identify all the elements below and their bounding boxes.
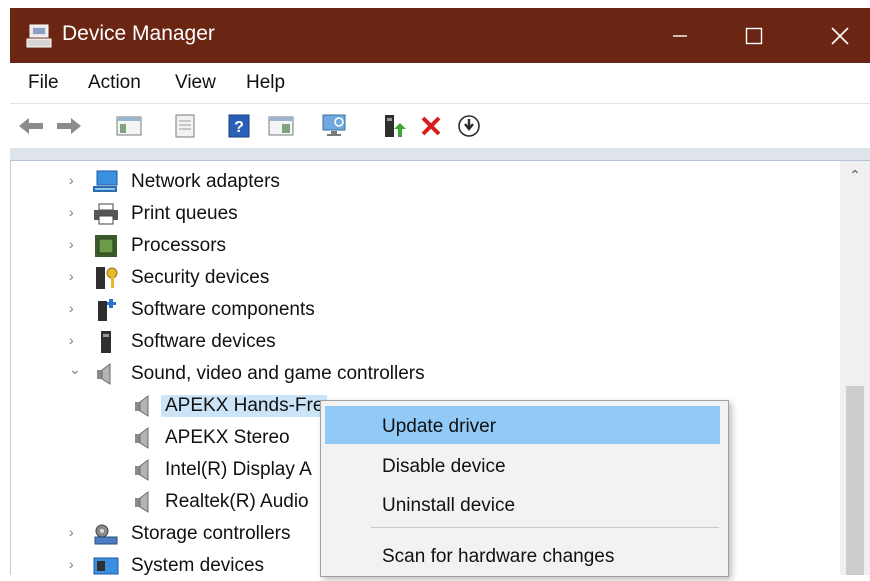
back-arrow-icon [19,118,43,134]
close-button[interactable] [810,8,870,63]
close-icon [831,26,849,45]
tree-item-label: Realtek(R) Audio [165,491,309,512]
tree-item-label: APEKX Stereo [165,427,290,448]
window-title: Device Manager [62,22,215,45]
menu-item-uninstall-device[interactable]: Uninstall device [325,485,720,523]
speaker-icon [135,427,149,449]
scan-hardware-icon [322,114,346,136]
maximize-icon [745,27,763,44]
chevron-right-icon[interactable]: › [69,236,74,252]
menu-item-scan-hardware[interactable]: Scan for hardware changes [325,536,720,574]
menu-item-update-driver[interactable]: Update driver [325,406,720,444]
system-devices-icon [93,557,119,575]
help-icon: ? [228,114,250,138]
toolbar: ? [10,104,870,148]
toolbar-separator [10,148,870,161]
tree-item-label: Storage controllers [131,523,291,544]
tree-item-label: Intel(R) Display A [165,459,312,480]
tree-item-label: Sound, video and game controllers [131,363,425,384]
svg-text:?: ? [234,119,244,136]
software-component-icon [98,299,116,321]
tree-item-label: Print queues [131,203,238,224]
security-key-icon [96,267,118,289]
tree-item-label: Software components [131,299,315,320]
software-device-icon [101,331,111,353]
tree-item-label: Software devices [131,331,276,352]
disable-device-button[interactable] [454,111,484,141]
chevron-right-icon[interactable]: › [69,172,74,188]
update-driver-icon [385,115,406,137]
tree-item-label: System devices [131,555,265,576]
chevron-right-icon[interactable]: › [69,524,74,540]
speaker-icon [97,363,111,385]
menu-item-label: Update driver [382,416,497,437]
context-menu: Update driver Disable device Uninstall d… [320,400,729,577]
speaker-icon [135,459,149,481]
menu-item-label: Uninstall device [382,495,516,516]
scan-hardware-button[interactable] [320,111,350,141]
tree-item-label: Processors [131,235,227,256]
uninstall-icon [421,116,441,136]
maximize-button[interactable] [724,8,784,63]
forward-button[interactable] [54,111,84,141]
menu-help[interactable]: Help [246,72,285,94]
show-hide-tree-button[interactable] [114,111,144,141]
scrollbar-thumb[interactable] [846,386,864,575]
properties-button[interactable] [170,111,200,141]
printer-icon [94,203,118,225]
minimize-button[interactable] [650,8,710,63]
view-button[interactable] [266,111,296,141]
title-bar: Device Manager [10,8,870,63]
view-icon [268,116,294,136]
disable-device-icon [458,115,480,137]
menu-item-label: Disable device [382,456,506,477]
menu-item-label: Scan for hardware changes [382,546,615,567]
menu-view[interactable]: View [175,72,216,94]
minimize-icon [673,34,687,37]
chevron-right-icon[interactable]: › [69,204,74,220]
menu-action[interactable]: Action [88,72,141,94]
menu-file[interactable]: File [28,72,59,94]
storage-controller-icon [94,524,118,545]
forward-arrow-icon [57,118,81,134]
scroll-up-arrow-icon[interactable]: ⌃ [840,167,870,184]
chevron-right-icon[interactable]: › [69,556,74,572]
tree-item-label: APEKX Hands-Fre [161,395,328,417]
properties-icon [175,114,195,138]
back-button[interactable] [16,111,46,141]
chevron-right-icon[interactable]: › [69,332,74,348]
update-driver-button[interactable] [378,111,408,141]
show-hide-tree-icon [116,116,142,136]
device-manager-icon [26,24,52,48]
menu-separator [371,527,719,528]
tree-item-label: Security devices [131,267,270,288]
chevron-down-icon[interactable]: ⌄ [69,361,81,378]
vertical-scrollbar[interactable]: ⌃ [840,161,870,575]
network-adapter-icon [93,170,118,192]
speaker-icon [135,395,149,417]
speaker-icon [135,491,149,513]
chevron-right-icon[interactable]: › [69,268,74,284]
menu-bar: File Action View Help [10,63,870,104]
menu-item-disable-device[interactable]: Disable device [325,446,720,484]
help-button[interactable]: ? [224,111,254,141]
uninstall-button[interactable] [416,111,446,141]
tree-item-label: Network adapters [131,171,280,192]
chevron-right-icon[interactable]: › [69,300,74,316]
processor-icon [95,235,117,257]
